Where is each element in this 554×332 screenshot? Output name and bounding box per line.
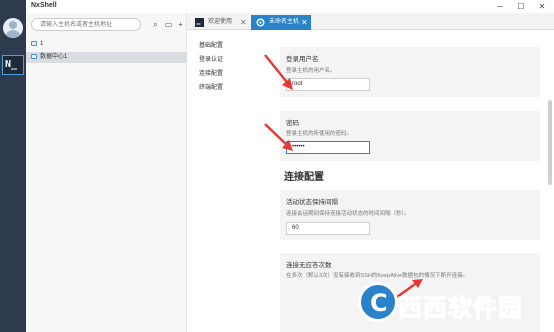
host-panel: ⌕ ▭ + 1 数据中心1	[26, 13, 187, 332]
password-section: 密码 登录主机的所使用的密码。 ••••••	[280, 111, 540, 161]
gear-icon	[256, 18, 265, 27]
tab-unnamed-host[interactable]: 未命名主机 ✕	[251, 15, 311, 30]
search-icon[interactable]: ⌕	[149, 18, 162, 31]
nav-item-login[interactable]: 登录认证	[199, 53, 259, 67]
tab-label: 欢迎使用	[208, 19, 233, 25]
watermark-ball-icon: C	[358, 282, 398, 322]
nav-item-terminal[interactable]: 终端配置	[199, 81, 259, 95]
connection-heading: 连接配置	[284, 172, 324, 183]
tab-bar: 欢迎使用 ✕ 未命名主机 ✕	[187, 13, 554, 30]
tree-item-group[interactable]: 1	[26, 39, 187, 50]
left-sidebar-strip: N_	[0, 0, 26, 332]
tree-item-label: 数据中心1	[40, 54, 68, 60]
annotation-arrow-icon	[264, 54, 293, 90]
add-host-icon[interactable]: +	[174, 18, 187, 31]
tab-label: 未命名主机	[269, 19, 300, 25]
watermark-logo: C 西西软件园	[358, 282, 536, 323]
close-tab-icon[interactable]: ✕	[301, 15, 308, 30]
noresponse-description: 在多次（默认3次）没有接收到SSH的KeepAlive数据包的情况下断开连接。	[286, 273, 469, 279]
annotation-arrow-icon	[264, 123, 293, 151]
settings-nav: 基础配置 登录认证 连接配置 终端配置	[199, 39, 259, 95]
search-box[interactable]	[31, 18, 141, 31]
close-tab-icon[interactable]: ✕	[240, 15, 247, 30]
folder-icon	[31, 53, 37, 59]
user-avatar-icon[interactable]	[3, 18, 23, 38]
keepalive-field[interactable]: 60	[286, 222, 370, 235]
title-bar: NxShell ─ ☐ ✕	[0, 0, 554, 13]
keepalive-description: 连接会话期间保持连接活动状态的时间间隔（秒）。	[286, 211, 410, 217]
terminal-icon	[195, 18, 204, 27]
tree-item-datacenter[interactable]: 数据中心1	[26, 52, 187, 63]
folder-icon	[31, 40, 37, 46]
noresponse-label: 连接无应答次数	[286, 262, 332, 269]
tab-welcome[interactable]: 欢迎使用 ✕	[190, 15, 248, 30]
keepalive-section: 活动状态保持间隔 连接会话期间保持连接活动状态的时间间隔（秒）。 60	[280, 190, 540, 240]
nav-item-basic[interactable]: 基础配置	[199, 39, 259, 53]
maximize-button[interactable]: ☐	[512, 1, 530, 12]
scrollbar[interactable]	[548, 100, 552, 185]
keepalive-label: 活动状态保持间隔	[286, 199, 338, 206]
close-window-button[interactable]: ✕	[533, 1, 551, 12]
password-field[interactable]: ••••••	[286, 141, 370, 154]
tree-item-label: 1	[40, 41, 44, 47]
username-section: 登录用户名 登录主机的用户名。 root	[280, 47, 540, 97]
search-input[interactable]	[40, 19, 140, 30]
app-title: NxShell	[31, 2, 57, 9]
username-field[interactable]: root	[286, 78, 370, 91]
nav-item-connection[interactable]: 连接配置	[199, 67, 259, 81]
terminal-app-icon[interactable]: N_	[2, 55, 24, 75]
minimize-button[interactable]: ─	[491, 1, 509, 12]
